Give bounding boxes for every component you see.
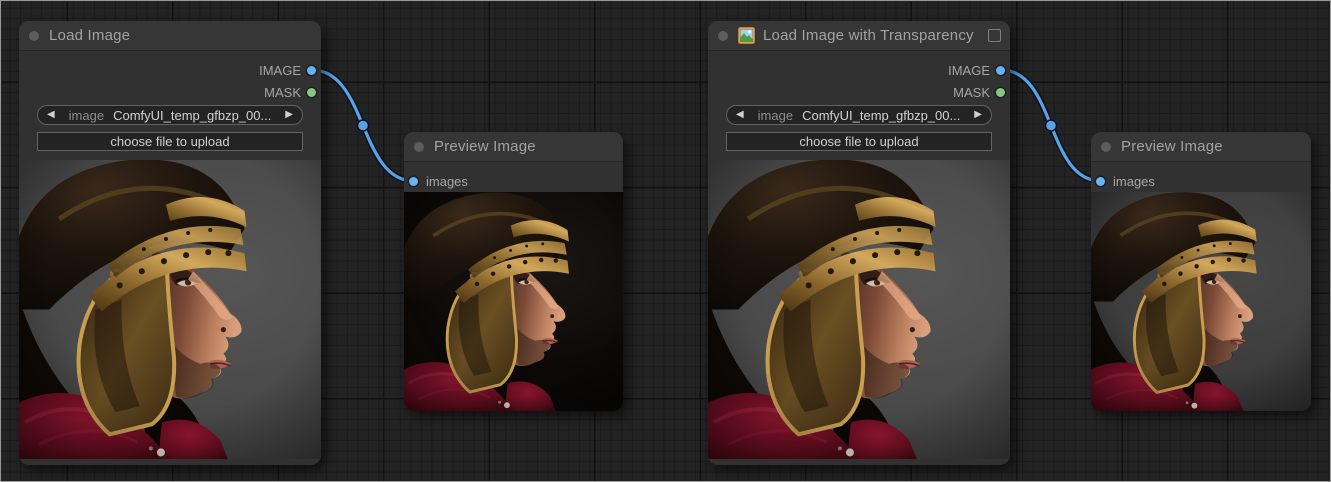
link-midpoint-dot[interactable] bbox=[358, 120, 369, 131]
node-titlebar[interactable]: Load Image with Transparency bbox=[708, 21, 1010, 51]
output-dot-image[interactable] bbox=[996, 66, 1005, 75]
combo-value: ComfyUI_temp_gfbzp_00... bbox=[113, 108, 271, 123]
output-slot-mask: MASK bbox=[708, 81, 1010, 103]
output-dot-image[interactable] bbox=[307, 66, 316, 75]
node-titlebar[interactable]: Load Image bbox=[19, 21, 321, 51]
node-title: Preview Image bbox=[434, 138, 536, 155]
output-dot-mask[interactable] bbox=[307, 88, 316, 97]
collapse-dot[interactable] bbox=[29, 31, 39, 41]
output-label: MASK bbox=[953, 85, 990, 100]
node-title: Load Image bbox=[49, 27, 130, 44]
soldier-portrait-image bbox=[708, 160, 1010, 459]
node-load-image-with-transparency[interactable]: Load Image with Transparency IMAGE MASK … bbox=[708, 21, 1010, 465]
choose-file-button[interactable]: choose file to upload bbox=[726, 132, 992, 151]
choose-file-button[interactable]: choose file to upload bbox=[37, 132, 303, 151]
node-graph-canvas[interactable]: Load Image IMAGE MASK ◀ image ComfyUI_te… bbox=[0, 0, 1331, 482]
node-title: Preview Image bbox=[1121, 138, 1223, 155]
node-titlebar[interactable]: Preview Image bbox=[1091, 132, 1311, 162]
output-slot-mask: MASK bbox=[19, 81, 321, 103]
collapse-dot[interactable] bbox=[414, 142, 424, 152]
output-label: IMAGE bbox=[259, 63, 301, 78]
output-label: IMAGE bbox=[948, 63, 990, 78]
soldier-portrait-image bbox=[1091, 192, 1311, 411]
node-titlebar[interactable]: Preview Image bbox=[404, 132, 623, 162]
image-combo-widget[interactable]: ◀ image ComfyUI_temp_gfbzp_00... ▶ bbox=[37, 105, 303, 125]
combo-prev-arrow-icon[interactable]: ◀ bbox=[736, 106, 744, 124]
node-preview-image[interactable]: Preview Image images bbox=[1091, 132, 1311, 411]
node-preview-image[interactable]: Preview Image images bbox=[404, 132, 623, 411]
output-slot-image: IMAGE bbox=[19, 59, 321, 81]
collapse-dot[interactable] bbox=[718, 31, 728, 41]
output-dot-mask[interactable] bbox=[996, 88, 1005, 97]
combo-label: image bbox=[758, 108, 793, 123]
input-label: images bbox=[426, 174, 468, 189]
combo-prev-arrow-icon[interactable]: ◀ bbox=[47, 106, 55, 124]
output-slot-image: IMAGE bbox=[708, 59, 1010, 81]
node-load-image[interactable]: Load Image IMAGE MASK ◀ image ComfyUI_te… bbox=[19, 21, 321, 465]
preview-image-thumbnail bbox=[404, 192, 623, 411]
input-slot-images: images bbox=[1091, 170, 1311, 192]
link-midpoint-dot[interactable] bbox=[1046, 120, 1057, 131]
loaded-image-thumbnail bbox=[708, 160, 1010, 459]
input-slot-images: images bbox=[404, 170, 623, 192]
soldier-portrait-image bbox=[404, 192, 623, 411]
title-checkbox[interactable] bbox=[988, 29, 1001, 42]
collapse-dot[interactable] bbox=[1101, 142, 1111, 152]
node-title: Load Image with Transparency bbox=[763, 27, 974, 44]
combo-label: image bbox=[69, 108, 104, 123]
preview-image-thumbnail bbox=[1091, 192, 1311, 411]
picture-frame-icon bbox=[738, 27, 755, 44]
soldier-portrait-image bbox=[19, 160, 321, 459]
input-dot-images[interactable] bbox=[409, 177, 418, 186]
loaded-image-thumbnail bbox=[19, 160, 321, 459]
combo-next-arrow-icon[interactable]: ▶ bbox=[285, 106, 293, 124]
input-dot-images[interactable] bbox=[1096, 177, 1105, 186]
image-combo-widget[interactable]: ◀ image ComfyUI_temp_gfbzp_00... ▶ bbox=[726, 105, 992, 125]
combo-value: ComfyUI_temp_gfbzp_00... bbox=[802, 108, 960, 123]
input-label: images bbox=[1113, 174, 1155, 189]
output-label: MASK bbox=[264, 85, 301, 100]
combo-next-arrow-icon[interactable]: ▶ bbox=[974, 106, 982, 124]
